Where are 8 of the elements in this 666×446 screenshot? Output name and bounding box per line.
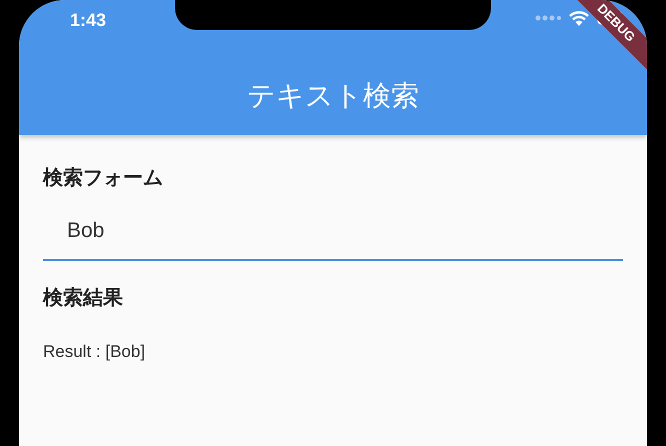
- status-time: 1:43: [70, 11, 106, 29]
- app-bar-title: テキスト検索: [247, 82, 419, 110]
- search-field[interactable]: Bob: [43, 209, 623, 260]
- form-heading: 検索フォーム: [43, 166, 164, 191]
- wifi-icon: [569, 10, 589, 26]
- result-text: Result : [Bob]: [43, 340, 146, 362]
- results-heading: 検索結果: [43, 286, 124, 310]
- signal-icon: [535, 15, 561, 21]
